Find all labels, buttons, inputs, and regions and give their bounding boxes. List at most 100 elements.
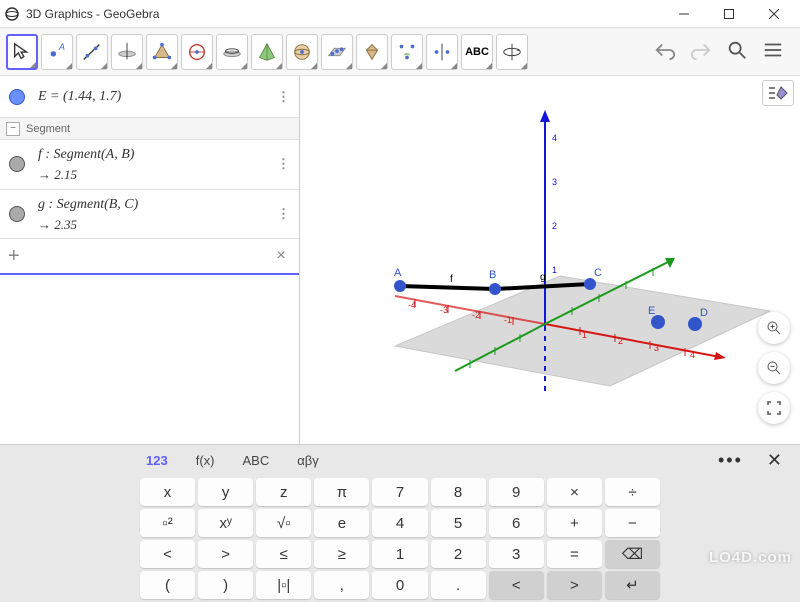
key-equals[interactable]: = xyxy=(547,540,602,568)
intersect-tool[interactable] xyxy=(216,34,248,70)
key-lparen[interactable]: ( xyxy=(140,571,195,599)
pyramid-tool[interactable] xyxy=(251,34,283,70)
segment-definition: f : Segment(A, B) xyxy=(38,144,277,165)
key-lt[interactable]: < xyxy=(140,540,195,568)
visibility-toggle[interactable] xyxy=(9,89,25,105)
key-2[interactable]: 2 xyxy=(431,540,486,568)
key-e[interactable]: e xyxy=(314,509,369,537)
zoom-in-button[interactable] xyxy=(758,312,790,344)
text-tool[interactable]: ABC xyxy=(461,34,493,70)
row-menu-icon[interactable]: ⋮ xyxy=(277,89,293,105)
algebra-section-segment[interactable]: − Segment xyxy=(0,118,299,140)
key-9[interactable]: 9 xyxy=(489,478,544,506)
algebra-row-seg-g[interactable]: g : Segment(B, C) → 2.35 ⋮ xyxy=(0,190,299,240)
key-comma[interactable]: , xyxy=(314,571,369,599)
key-3[interactable]: 3 xyxy=(489,540,544,568)
window-title: 3D Graphics - GeoGebra xyxy=(26,7,661,21)
visibility-toggle[interactable] xyxy=(9,206,25,222)
kb-tab-123[interactable]: 123 xyxy=(134,449,180,472)
key-z[interactable]: z xyxy=(256,478,311,506)
key-0[interactable]: 0 xyxy=(372,571,427,599)
svg-text:4: 4 xyxy=(552,133,557,143)
key-5[interactable]: 5 xyxy=(431,509,486,537)
line-tool[interactable] xyxy=(76,34,108,70)
scene-3d[interactable]: 4321 -4-3-2-1 1234 f g A B C D xyxy=(300,76,800,444)
key-power[interactable]: xʸ xyxy=(198,509,253,537)
key-pi[interactable]: π xyxy=(314,478,369,506)
svg-text:3: 3 xyxy=(552,177,557,187)
net-tool[interactable] xyxy=(356,34,388,70)
kb-tab-fx[interactable]: f(x) xyxy=(184,449,227,472)
point-tool[interactable]: A xyxy=(41,34,73,70)
key-abs[interactable]: |▫| xyxy=(256,571,311,599)
key-7[interactable]: 7 xyxy=(372,478,427,506)
svg-text:2: 2 xyxy=(552,221,557,231)
svg-text:1: 1 xyxy=(552,265,557,275)
perpendicular-tool[interactable] xyxy=(111,34,143,70)
kb-tab-greek[interactable]: αβγ xyxy=(285,449,331,472)
key-minus[interactable]: − xyxy=(605,509,660,537)
fullscreen-button[interactable] xyxy=(758,392,790,424)
key-4[interactable]: 4 xyxy=(372,509,427,537)
move-tool[interactable] xyxy=(6,34,38,70)
row-menu-icon[interactable]: ⋮ xyxy=(277,206,293,222)
svg-text:C: C xyxy=(594,267,602,279)
reflect-tool[interactable] xyxy=(426,34,458,70)
key-y[interactable]: y xyxy=(198,478,253,506)
key-ge[interactable]: ≥ xyxy=(314,540,369,568)
key-6[interactable]: 6 xyxy=(489,509,544,537)
row-menu-icon[interactable]: ⋮ xyxy=(277,156,293,172)
search-button[interactable] xyxy=(726,39,748,64)
collapse-icon[interactable]: − xyxy=(6,122,20,136)
svg-text:D: D xyxy=(700,307,708,319)
sphere-tool[interactable] xyxy=(286,34,318,70)
key-enter[interactable]: ↵ xyxy=(605,571,660,599)
svg-text:A: A xyxy=(394,267,402,279)
key-divide[interactable]: ÷ xyxy=(605,478,660,506)
close-button[interactable] xyxy=(751,0,796,28)
key-plus[interactable]: + xyxy=(547,509,602,537)
key-dot[interactable]: . xyxy=(431,571,486,599)
key-1[interactable]: 1 xyxy=(372,540,427,568)
kb-tab-abc[interactable]: ABC xyxy=(230,449,281,472)
key-right[interactable]: > xyxy=(547,571,602,599)
algebra-input-row[interactable]: + × xyxy=(0,239,299,275)
minimize-button[interactable] xyxy=(661,0,706,28)
key-left[interactable]: < xyxy=(489,571,544,599)
algebra-row-seg-f[interactable]: f : Segment(A, B) → 2.15 ⋮ xyxy=(0,140,299,190)
rotate-view-tool[interactable] xyxy=(496,34,528,70)
kb-close-button[interactable]: ✕ xyxy=(759,450,790,471)
svg-text:f: f xyxy=(450,274,453,285)
key-sqrt[interactable]: √▫ xyxy=(256,509,311,537)
virtual-keyboard: 123 f(x) ABC αβγ ••• ✕ x y z π 7 8 9 × ÷… xyxy=(0,444,800,602)
undo-button[interactable] xyxy=(654,39,676,64)
key-le[interactable]: ≤ xyxy=(256,540,311,568)
redo-button[interactable] xyxy=(690,39,712,64)
visibility-toggle[interactable] xyxy=(9,156,25,172)
toolbar: A ABC xyxy=(0,28,800,76)
plane-tool[interactable] xyxy=(321,34,353,70)
add-icon: + xyxy=(8,245,32,268)
angle-tool[interactable] xyxy=(391,34,423,70)
graphics-style-button[interactable] xyxy=(762,80,794,106)
key-gt[interactable]: > xyxy=(198,540,253,568)
svg-text:1: 1 xyxy=(582,330,587,340)
polygon-tool[interactable] xyxy=(146,34,178,70)
algebra-row-point[interactable]: E = (1.44, 1.7) ⋮ xyxy=(0,76,299,118)
graphics-3d-view[interactable]: 4321 -4-3-2-1 1234 f g A B C D xyxy=(300,76,800,444)
svg-text:-2: -2 xyxy=(472,310,480,320)
menu-button[interactable] xyxy=(762,39,784,64)
maximize-button[interactable] xyxy=(706,0,751,28)
key-x[interactable]: x xyxy=(140,478,195,506)
key-square[interactable]: ▫² xyxy=(140,509,195,537)
zoom-out-button[interactable] xyxy=(758,352,790,384)
svg-text:4: 4 xyxy=(690,350,695,360)
clear-input-icon[interactable]: × xyxy=(271,247,291,265)
key-8[interactable]: 8 xyxy=(431,478,486,506)
key-rparen[interactable]: ) xyxy=(198,571,253,599)
algebra-input[interactable] xyxy=(32,248,271,264)
circle-tool[interactable] xyxy=(181,34,213,70)
key-multiply[interactable]: × xyxy=(547,478,602,506)
key-backspace[interactable]: ⌫ xyxy=(605,540,660,568)
kb-more-button[interactable]: ••• xyxy=(706,450,755,471)
